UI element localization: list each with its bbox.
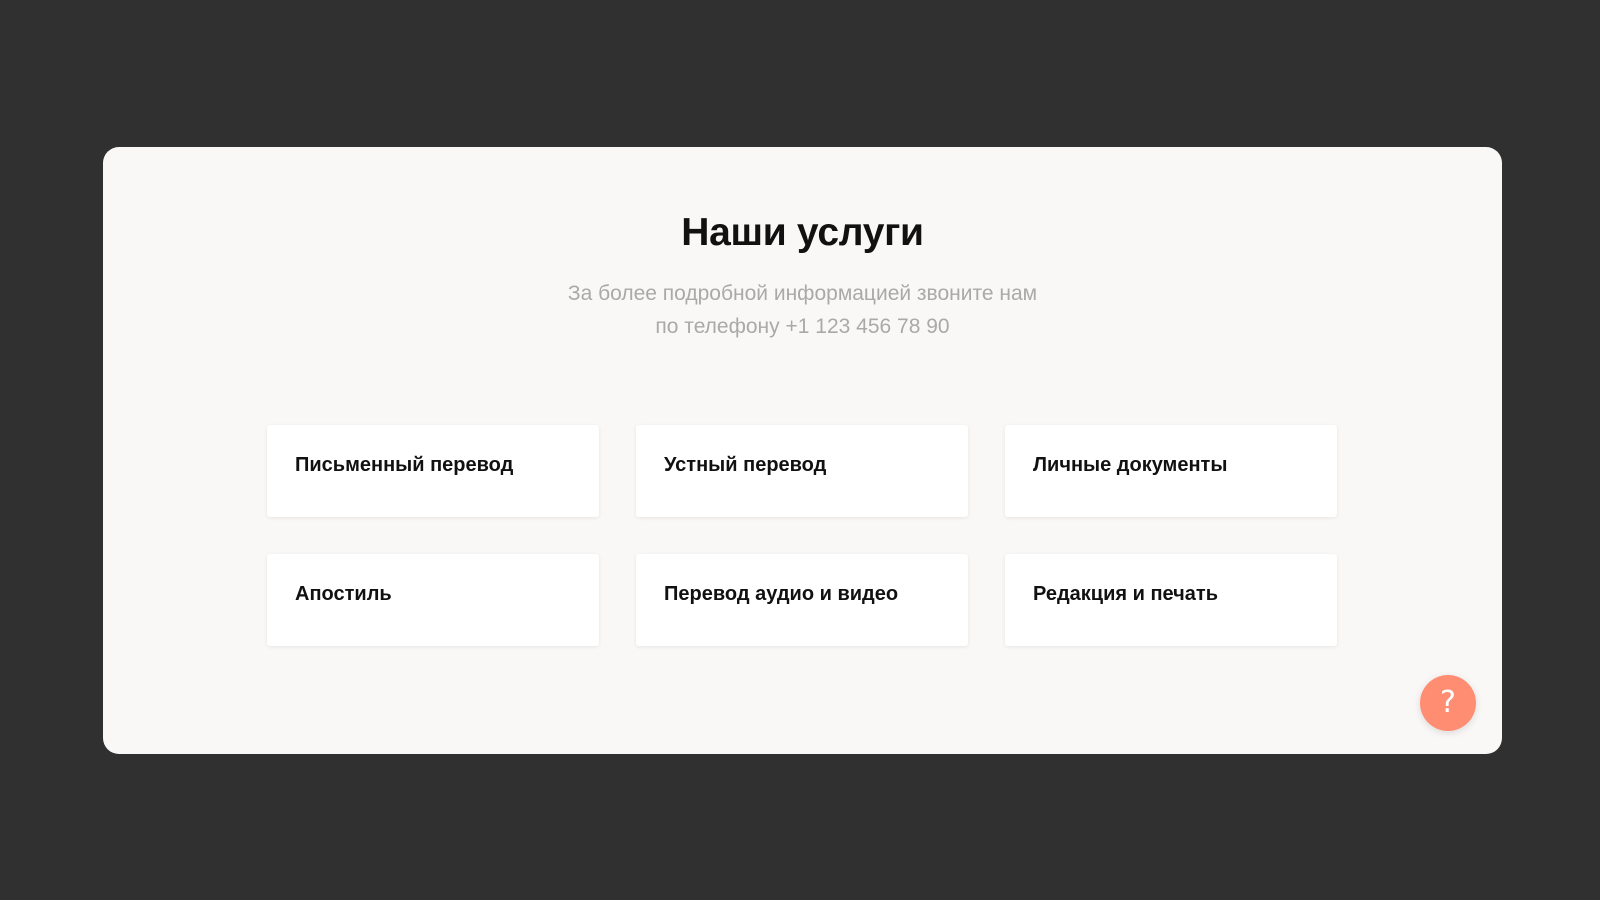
service-card-personal-documents[interactable]: Личные документы	[1005, 425, 1337, 517]
section-subtitle: За более подробной информацией звоните н…	[103, 277, 1502, 343]
service-card-label: Редакция и печать	[1033, 583, 1218, 605]
help-button[interactable]: ?	[1420, 675, 1476, 731]
section-title: Наши услуги	[681, 211, 924, 254]
service-card-written-translation[interactable]: Письменный перевод	[267, 425, 599, 517]
service-card-label: Личные документы	[1033, 454, 1228, 476]
services-grid: Письменный перевод Устный перевод Личные…	[267, 425, 1338, 646]
subtitle-line-1: За более подробной информацией звоните н…	[567, 282, 1038, 305]
service-card-apostille[interactable]: Апостиль	[267, 554, 599, 646]
service-card-label: Письменный перевод	[295, 454, 514, 476]
service-card-label: Апостиль	[295, 583, 392, 605]
service-card-interpretation[interactable]: Устный перевод	[636, 425, 968, 517]
service-card-label: Устный перевод	[664, 454, 827, 476]
question-icon: ?	[1440, 685, 1456, 720]
service-card-audio-video[interactable]: Перевод аудио и видео	[636, 554, 968, 646]
service-card-editing-printing[interactable]: Редакция и печать	[1005, 554, 1337, 646]
subtitle-line-2: по телефону +1 123 456 78 90	[655, 315, 950, 338]
service-card-label: Перевод аудио и видео	[664, 583, 899, 605]
services-panel: Наши услуги За более подробной информаци…	[103, 147, 1502, 754]
page: { "section": { "title": "Наши услуги", "…	[0, 0, 1600, 900]
